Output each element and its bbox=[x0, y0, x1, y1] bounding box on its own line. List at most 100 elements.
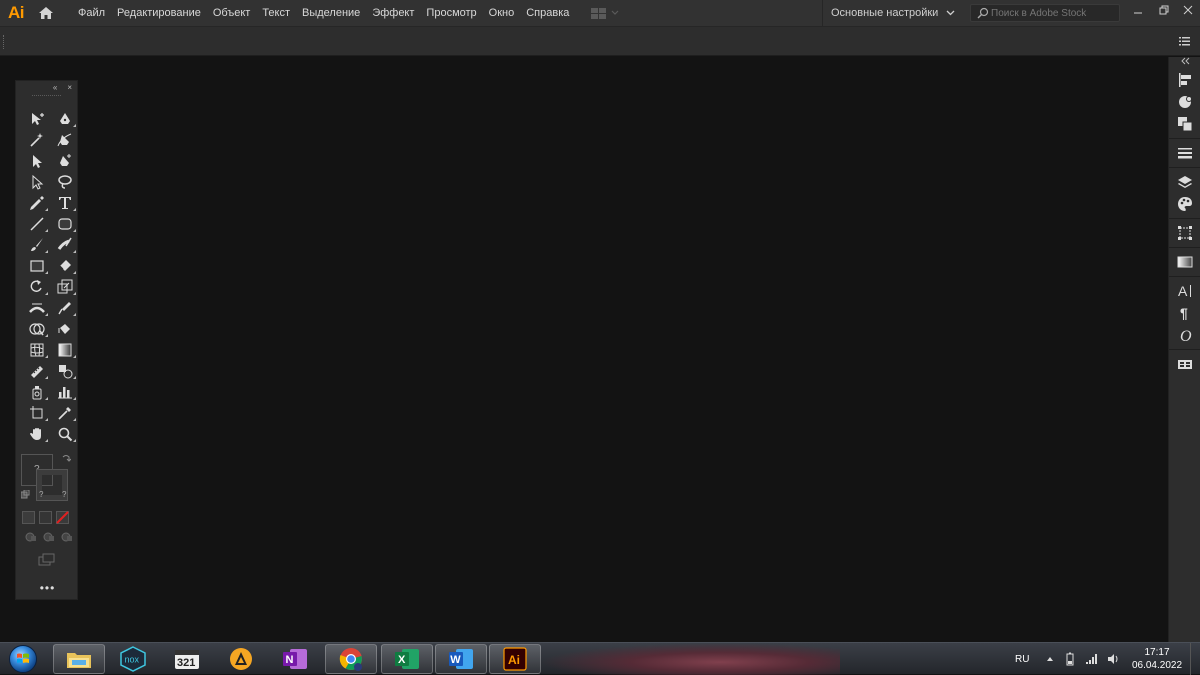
menu-select[interactable]: Выделение bbox=[296, 0, 366, 26]
shape-builder-tool-button[interactable] bbox=[24, 320, 50, 338]
rectangle-tool-button[interactable] bbox=[24, 257, 50, 275]
live-paint-bucket-tool-button[interactable] bbox=[52, 320, 78, 338]
swap-fill-stroke-icon[interactable] bbox=[61, 454, 71, 464]
restore-button[interactable] bbox=[1152, 0, 1176, 20]
chevron-down-icon bbox=[611, 10, 619, 15]
taskbar-excel[interactable]: X bbox=[381, 644, 433, 674]
edit-toolbar-button[interactable]: ••• bbox=[16, 581, 79, 595]
svg-text:A: A bbox=[1178, 283, 1188, 299]
libraries-panel-button[interactable] bbox=[1169, 353, 1200, 375]
minimize-button[interactable] bbox=[1126, 0, 1150, 20]
rotate-tool-button[interactable] bbox=[24, 278, 50, 296]
draw-inside-icon[interactable] bbox=[60, 531, 74, 543]
canvas-area[interactable] bbox=[0, 57, 1168, 642]
tools-panel-grip[interactable] bbox=[32, 95, 61, 103]
zoom-tool-button[interactable] bbox=[52, 425, 78, 443]
scale-tool-button[interactable] bbox=[52, 278, 78, 296]
arrange-documents-button[interactable] bbox=[591, 0, 623, 26]
taskbar-explorer[interactable] bbox=[53, 644, 105, 674]
align-panel-button[interactable] bbox=[1169, 69, 1200, 91]
curvature-tool-button[interactable] bbox=[52, 131, 78, 149]
blob-brush-tool-button[interactable] bbox=[52, 236, 78, 254]
menu-type[interactable]: Текст bbox=[256, 0, 296, 26]
pencil-tool-button[interactable] bbox=[24, 194, 50, 212]
eyedropper-tool-button[interactable] bbox=[52, 404, 78, 422]
measure-tool-button[interactable] bbox=[24, 362, 50, 380]
hand-tool-button[interactable] bbox=[24, 425, 50, 443]
artboard-tool-button[interactable] bbox=[24, 404, 50, 422]
illustrator-window: Ai Файл Редактирование Объект Текст Выде… bbox=[0, 0, 1200, 642]
workspace-switcher[interactable]: Основные настройки bbox=[822, 0, 955, 26]
menu-effect[interactable]: Эффект bbox=[366, 0, 420, 26]
opentype-panel-button[interactable]: O bbox=[1169, 324, 1200, 346]
magic-wand-tool-button[interactable] bbox=[24, 131, 50, 149]
add-anchor-point-tool-button[interactable] bbox=[52, 152, 78, 170]
none-button[interactable] bbox=[56, 511, 69, 524]
pathfinder-panel-button[interactable] bbox=[1169, 113, 1200, 135]
blend-tool-button[interactable] bbox=[52, 362, 78, 380]
close-button[interactable] bbox=[1176, 0, 1200, 20]
color-panel-button[interactable] bbox=[1169, 91, 1200, 113]
column-graph-tool-button[interactable] bbox=[52, 383, 78, 401]
group-selection-tool-button[interactable] bbox=[24, 173, 50, 191]
adobe-stock-search[interactable] bbox=[970, 4, 1120, 22]
lasso-tool-button[interactable] bbox=[52, 173, 78, 191]
menu-view[interactable]: Просмотр bbox=[420, 0, 482, 26]
taskbar-word[interactable]: W bbox=[435, 644, 487, 674]
symbol-sprayer-tool-button[interactable] bbox=[24, 383, 50, 401]
swatches-panel-button[interactable] bbox=[1169, 193, 1200, 215]
gradient-panel-button[interactable] bbox=[1169, 251, 1200, 273]
menu-file[interactable]: Файл bbox=[72, 0, 111, 26]
rounded-rectangle-tool-button[interactable] bbox=[52, 215, 78, 233]
tool-flyout-indicator bbox=[73, 397, 76, 400]
menu-edit[interactable]: Редактирование bbox=[111, 0, 207, 26]
line-segment-tool-button[interactable] bbox=[24, 215, 50, 233]
transform-panel-button[interactable] bbox=[1169, 222, 1200, 244]
start-button[interactable] bbox=[4, 643, 42, 675]
width-tool-button[interactable] bbox=[24, 299, 50, 317]
menu-object[interactable]: Объект bbox=[207, 0, 256, 26]
show-hidden-icons-icon[interactable] bbox=[1045, 655, 1055, 663]
taskbar-onenote[interactable]: N bbox=[269, 644, 321, 674]
language-indicator[interactable]: RU bbox=[1015, 654, 1029, 665]
puppet-warp-tool-button[interactable] bbox=[52, 299, 78, 317]
tool-flyout-indicator bbox=[45, 292, 48, 295]
taskbar-chrome[interactable] bbox=[325, 644, 377, 674]
network-icon[interactable] bbox=[1085, 653, 1099, 665]
taskbar-media-player[interactable]: 321 bbox=[161, 644, 213, 674]
control-bar-grip[interactable] bbox=[3, 35, 5, 49]
system-clock[interactable]: 17:17 06.04.2022 bbox=[1128, 646, 1186, 672]
gradient-tool-button[interactable] bbox=[52, 341, 78, 359]
default-fill-stroke-icon[interactable] bbox=[21, 490, 31, 500]
direct-selection-tool-button[interactable] bbox=[24, 152, 50, 170]
paragraph-panel-button[interactable]: ¶ bbox=[1169, 302, 1200, 324]
type-tool-button[interactable] bbox=[52, 194, 78, 212]
draw-normal-icon[interactable] bbox=[24, 531, 38, 543]
search-input[interactable] bbox=[991, 7, 1111, 19]
layers-panel-button[interactable] bbox=[1169, 171, 1200, 193]
change-screen-mode-icon[interactable] bbox=[38, 553, 56, 567]
panel-menu-icon[interactable] bbox=[1178, 35, 1192, 47]
stroke-panel-button[interactable] bbox=[1169, 142, 1200, 164]
menu-window[interactable]: Окно bbox=[483, 0, 521, 26]
taskbar-illustrator[interactable]: Ai bbox=[489, 644, 541, 674]
paintbrush-tool-button[interactable] bbox=[24, 236, 50, 254]
character-panel-button[interactable]: A bbox=[1169, 280, 1200, 302]
mesh-tool-button[interactable] bbox=[24, 341, 50, 359]
gradient-button[interactable] bbox=[39, 511, 52, 524]
home-button[interactable] bbox=[32, 0, 60, 26]
taskbar-aimp[interactable] bbox=[215, 644, 267, 674]
volume-icon[interactable] bbox=[1107, 653, 1121, 665]
menu-help[interactable]: Справка bbox=[520, 0, 575, 26]
taskbar-nox[interactable]: nox bbox=[107, 644, 159, 674]
close-panel-button[interactable]: × bbox=[67, 83, 72, 92]
selection-tool-button[interactable] bbox=[24, 110, 50, 128]
eraser-tool-button[interactable] bbox=[52, 257, 78, 275]
expand-panels-button[interactable] bbox=[1169, 57, 1200, 69]
collapse-panel-button[interactable]: « bbox=[53, 83, 57, 92]
show-desktop-button[interactable] bbox=[1190, 643, 1200, 675]
battery-icon[interactable] bbox=[1065, 652, 1075, 666]
pen-tool-button[interactable] bbox=[52, 110, 78, 128]
draw-behind-icon[interactable] bbox=[42, 531, 56, 543]
color-button[interactable] bbox=[22, 511, 35, 524]
